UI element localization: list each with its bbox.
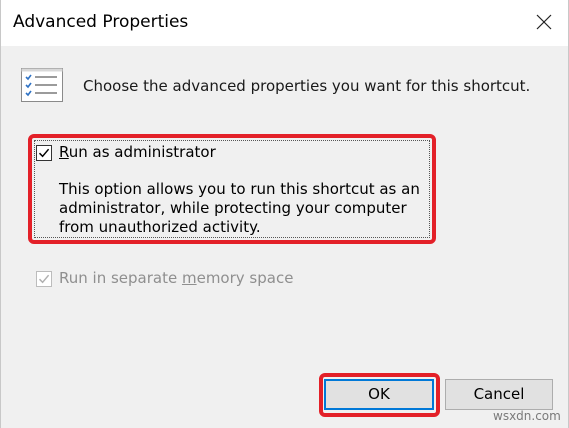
dialog-description: Choose the advanced properties you want … <box>83 77 531 95</box>
run-as-admin-accelerator: R <box>59 143 69 161</box>
separate-memory-label-post: emory space <box>196 269 294 287</box>
separate-memory-label: Run in separate memory space <box>59 269 293 287</box>
properties-list-icon <box>21 68 63 102</box>
run-as-admin-label[interactable]: Run as administrator <box>59 143 216 161</box>
close-button[interactable] <box>523 4 565 40</box>
title-bar: Advanced Properties <box>1 0 568 46</box>
separate-memory-accelerator: m <box>181 269 197 287</box>
checkmark-icon <box>38 148 50 158</box>
separate-memory-label-pre: Run in separate <box>59 269 182 287</box>
checkmark-icon <box>38 274 50 284</box>
run-as-admin-description: This option allows you to run this short… <box>59 180 420 236</box>
advanced-properties-dialog: Advanced Properties Choose the advanced … <box>0 0 569 428</box>
close-icon <box>536 14 552 30</box>
run-as-admin-label-text: un as administrator <box>68 143 216 161</box>
cancel-button[interactable]: Cancel <box>445 379 553 410</box>
ok-button[interactable]: OK <box>324 379 434 410</box>
dialog-title: Advanced Properties <box>13 12 189 32</box>
separate-memory-checkbox <box>36 271 52 287</box>
run-as-admin-checkbox[interactable] <box>36 145 52 161</box>
watermark: wsxdn.com <box>493 409 561 423</box>
